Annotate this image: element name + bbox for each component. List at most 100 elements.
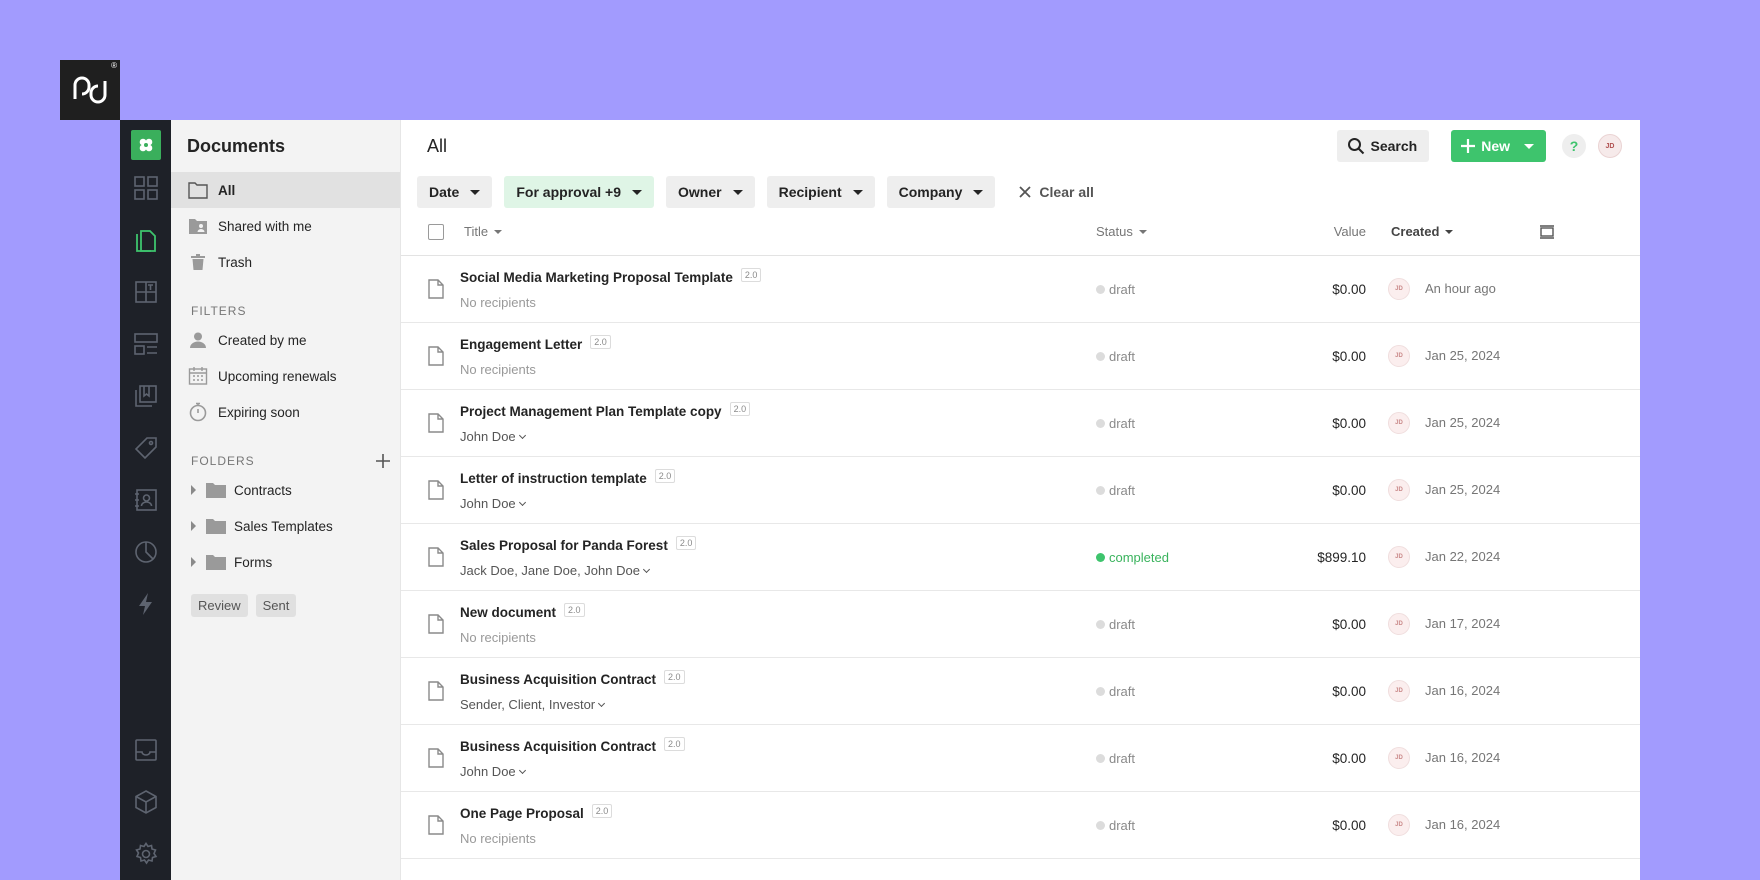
rail-templates[interactable] (120, 266, 171, 318)
documents-sidebar: Documents All Shared with me Trash FILTE… (171, 120, 401, 880)
documents-icon (135, 230, 156, 252)
user-avatar[interactable]: JD (1598, 134, 1622, 158)
table-row[interactable]: Social Media Marketing Proposal Template… (401, 256, 1640, 323)
column-created[interactable]: Created (1391, 224, 1454, 239)
filter-label: Upcoming renewals (218, 368, 337, 384)
sort-icon (494, 229, 503, 234)
help-button[interactable]: ? (1562, 134, 1586, 158)
document-title[interactable]: New document (460, 605, 556, 620)
filter-chip-recipient[interactable]: Recipient (766, 176, 875, 208)
rail-catalog[interactable] (120, 370, 171, 422)
version-badge: 2.0 (664, 669, 685, 684)
new-button[interactable]: New (1451, 130, 1546, 162)
table-row[interactable]: Project Management Plan Template copy 2.… (401, 390, 1640, 457)
document-icon (428, 547, 444, 567)
table-row[interactable]: Business Acquisition Contract 2.0 Sender… (401, 658, 1640, 725)
status-label: draft (1109, 416, 1136, 431)
expand-caret-icon[interactable] (191, 521, 196, 531)
status-dot (1096, 754, 1105, 763)
status-dot (1096, 419, 1105, 428)
recipients: No recipients (460, 630, 536, 645)
created-date: Jan 16, 2024 (1425, 817, 1501, 832)
filter-chip-for-approval[interactable]: For approval +9 (504, 176, 655, 208)
recipients-label: Sender, Client, Investor (460, 697, 596, 712)
status-dot (1096, 687, 1105, 696)
table-row[interactable]: Engagement Letter 2.0 No recipients draf… (401, 323, 1640, 390)
clear-all-button[interactable]: Clear all (1019, 184, 1094, 200)
sidebar-item-label: Shared with me (218, 218, 312, 234)
workspace-logo[interactable] (130, 130, 161, 160)
main-content: All Search New ? JD Date For approval +9… (401, 120, 1640, 880)
rail-settings[interactable] (120, 828, 171, 880)
status-label: draft (1109, 684, 1136, 699)
page-title: All (427, 135, 448, 156)
document-value: $0.00 (1332, 483, 1366, 498)
sidebar-item-shared-with-me[interactable]: Shared with me (171, 208, 400, 244)
document-title-group: New document 2.0 (460, 602, 585, 620)
document-title[interactable]: One Page Proposal (460, 806, 584, 821)
status-badge: completed (1096, 550, 1169, 565)
table-row[interactable]: Business Acquisition Contract 2.0 John D… (401, 725, 1640, 792)
select-all-checkbox[interactable] (428, 223, 444, 240)
column-title[interactable]: Title (464, 224, 503, 239)
rail-integrations[interactable] (120, 776, 171, 828)
chevron-down-icon (1524, 143, 1534, 149)
sidebar-item-trash[interactable]: Trash (171, 244, 400, 280)
sidebar-item-all[interactable]: All (171, 172, 400, 208)
column-created-label: Created (1391, 224, 1440, 239)
tag-review[interactable]: Review (191, 594, 248, 617)
table-row[interactable]: New document 2.0 No recipients draft $0.… (401, 591, 1640, 658)
rail-dashboard[interactable] (120, 162, 171, 214)
column-settings-icon[interactable] (1539, 224, 1555, 240)
rail-documents[interactable] (120, 214, 171, 266)
document-title[interactable]: Business Acquisition Contract (460, 672, 656, 687)
rail-content-library[interactable] (120, 318, 171, 370)
expand-caret-icon[interactable] (191, 485, 196, 495)
document-value: $0.00 (1332, 751, 1366, 766)
recipients-label: John Doe (460, 429, 516, 444)
folder-icon (206, 519, 226, 534)
recipients[interactable]: John Doe (460, 429, 526, 444)
chip-label: Company (898, 184, 963, 200)
rail-automation[interactable] (120, 578, 171, 630)
document-title[interactable]: Engagement Letter (460, 337, 582, 352)
tag-sent[interactable]: Sent (255, 594, 297, 617)
rail-reports[interactable] (120, 526, 171, 578)
column-status[interactable]: Status (1096, 224, 1147, 239)
column-value[interactable]: Value (1334, 224, 1366, 239)
folder-label: Forms (234, 554, 273, 570)
pandadoc-logo[interactable]: ® (60, 60, 120, 120)
document-title[interactable]: Social Media Marketing Proposal Template (460, 270, 733, 285)
search-button[interactable]: Search (1336, 130, 1430, 162)
rail-contacts[interactable] (120, 474, 171, 526)
recipients[interactable]: Sender, Client, Investor (460, 697, 606, 712)
document-title[interactable]: Letter of instruction template (460, 471, 647, 486)
filter-upcoming-renewals[interactable]: Upcoming renewals (171, 358, 400, 394)
recipients[interactable]: John Doe (460, 764, 526, 779)
recipients[interactable]: Jack Doe, Jane Doe, John Doe (460, 563, 650, 578)
folder-forms[interactable]: Forms (171, 544, 400, 580)
folder-contracts[interactable]: Contracts (171, 472, 400, 508)
add-folder-icon[interactable] (376, 454, 390, 468)
document-title[interactable]: Business Acquisition Contract (460, 739, 656, 754)
filter-chip-owner[interactable]: Owner (666, 176, 755, 208)
filter-created-by-me[interactable]: Created by me (171, 322, 400, 358)
status-label: draft (1109, 751, 1136, 766)
recipients[interactable]: John Doe (460, 496, 526, 511)
status-badge: draft (1096, 617, 1135, 632)
folder-label: Contracts (234, 482, 292, 498)
document-title[interactable]: Project Management Plan Template copy (460, 404, 722, 419)
table-row[interactable]: Letter of instruction template 2.0 John … (401, 457, 1640, 524)
status-label: draft (1109, 483, 1136, 498)
filter-expiring-soon[interactable]: Expiring soon (171, 394, 400, 430)
document-title[interactable]: Sales Proposal for Panda Forest (460, 538, 668, 553)
folder-sales-templates[interactable]: Sales Templates (171, 508, 400, 544)
filter-chip-date[interactable]: Date (417, 176, 493, 208)
table-row[interactable]: Sales Proposal for Panda Forest 2.0 Jack… (401, 524, 1640, 591)
created-date: Jan 25, 2024 (1425, 348, 1501, 363)
filter-chip-company[interactable]: Company (886, 176, 996, 208)
rail-inbox[interactable] (120, 724, 171, 776)
table-row[interactable]: One Page Proposal 2.0 No recipients draf… (401, 792, 1640, 859)
rail-tags[interactable] (120, 422, 171, 474)
expand-caret-icon[interactable] (191, 557, 196, 567)
